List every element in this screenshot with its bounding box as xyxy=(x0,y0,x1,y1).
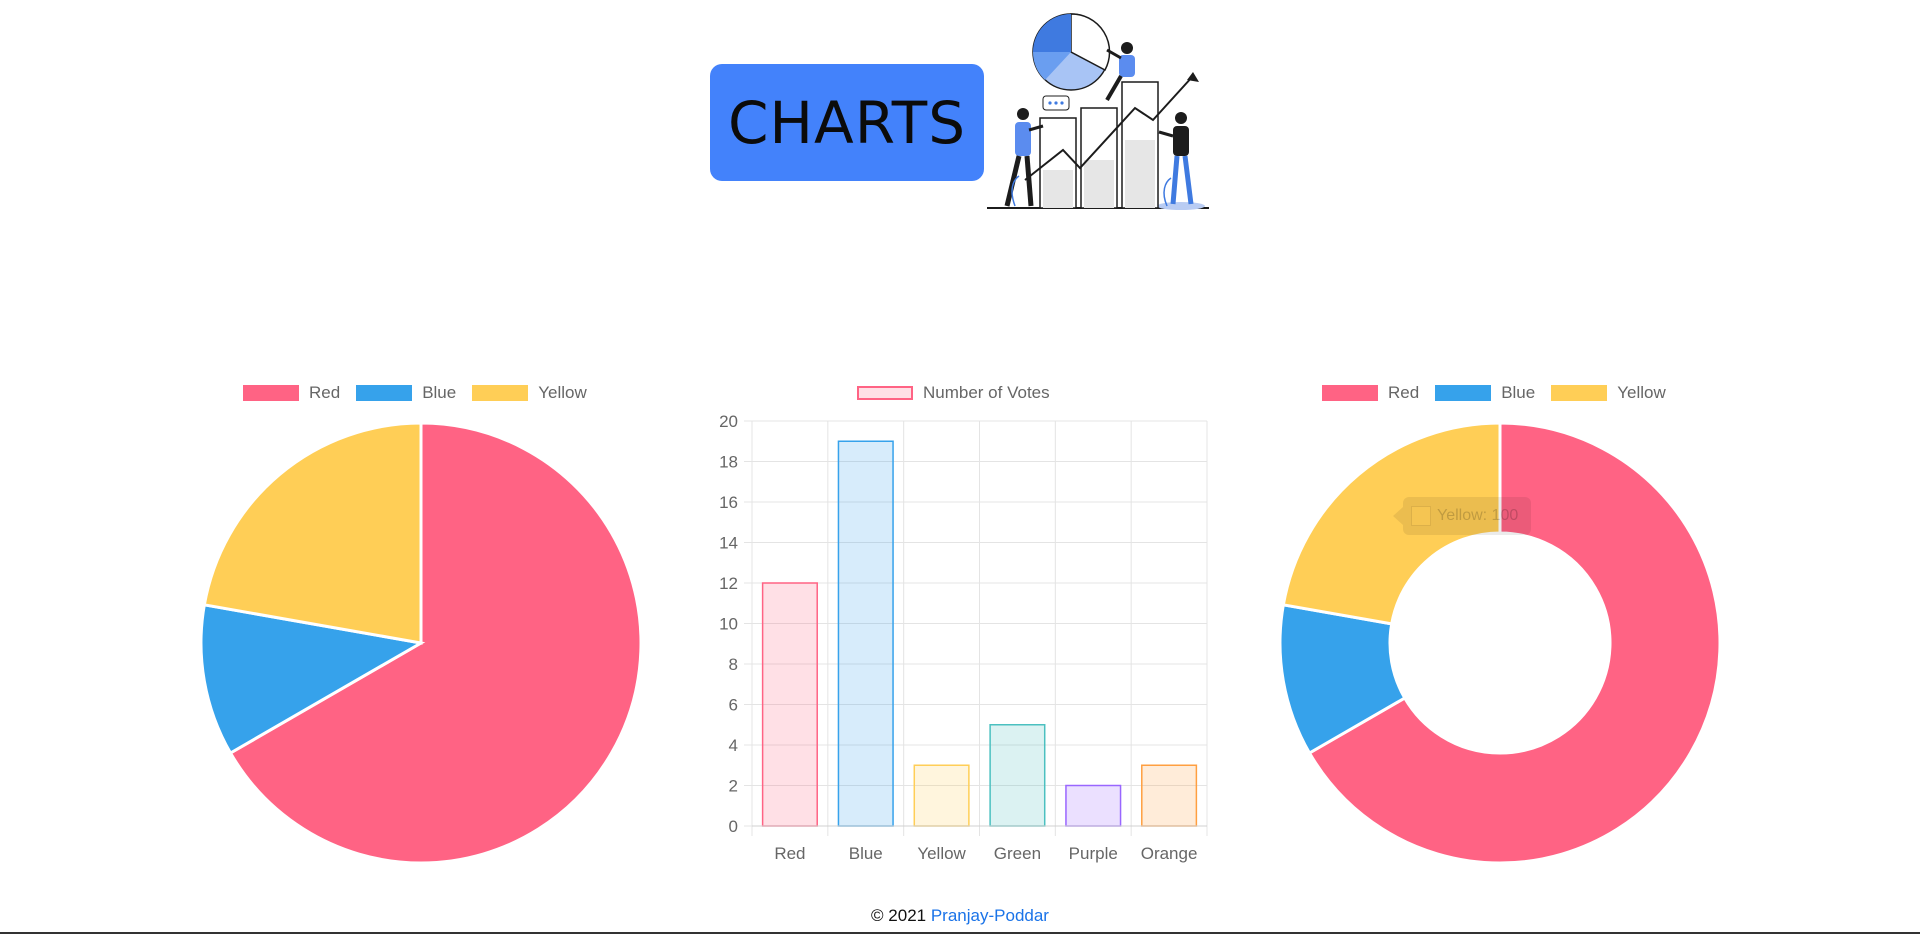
pie-legend-label-red: Red xyxy=(309,383,341,402)
bar-y-tick-label: 0 xyxy=(729,817,738,836)
doughnut-chart[interactable] xyxy=(1277,420,1723,866)
pie-legend: Red Blue Yellow xyxy=(243,383,587,403)
doughnut-legend: Red Blue Yellow xyxy=(1322,383,1666,403)
bar-x-tick-label: Yellow xyxy=(917,844,966,863)
bar-x-tick-label: Orange xyxy=(1141,844,1198,863)
bar-legend-item-votes[interactable]: Number of Votes xyxy=(857,383,1050,403)
bar-y-tick-label: 18 xyxy=(719,453,738,472)
bar-x-tick-label: Purple xyxy=(1069,844,1118,863)
doughnut-legend-label-yellow: Yellow xyxy=(1617,383,1666,402)
bar-y-tick-label: 20 xyxy=(719,412,738,431)
doughnut-legend-item-blue[interactable]: Blue xyxy=(1435,383,1535,403)
footer-author-link[interactable]: Pranjay-Poddar xyxy=(931,906,1049,925)
pie-legend-swatch-yellow xyxy=(472,385,529,401)
page-header: CHARTS xyxy=(0,0,1920,230)
bar-y-tick-label: 12 xyxy=(719,574,738,593)
bar-green[interactable] xyxy=(989,724,1046,827)
bar-orange[interactable] xyxy=(1141,764,1198,827)
pie-legend-item-yellow[interactable]: Yellow xyxy=(472,383,587,403)
bar-y-tick-label: 16 xyxy=(719,493,738,512)
doughnut-legend-swatch-blue xyxy=(1435,385,1492,401)
bar-x-tick-label: Green xyxy=(994,844,1041,863)
pie-legend-label-blue: Blue xyxy=(422,383,457,402)
doughnut-legend-label-red: Red xyxy=(1388,383,1420,402)
bar-y-tick-label: 2 xyxy=(729,777,738,796)
people-with-charts-illustration xyxy=(987,13,1209,210)
doughnut-tooltip: Yellow: 100 xyxy=(1393,497,1531,535)
bar-x-tick-label: Blue xyxy=(849,844,883,863)
doughnut-legend-item-yellow[interactable]: Yellow xyxy=(1551,383,1666,403)
bar-y-tick-label: 4 xyxy=(729,736,738,755)
doughnut-legend-label-blue: Blue xyxy=(1501,383,1536,402)
page-footer: © 2021 Pranjay-Poddar xyxy=(0,906,1920,926)
bar-red[interactable] xyxy=(761,582,818,827)
bar-y-tick-label: 8 xyxy=(729,655,738,674)
doughnut-legend-swatch-red xyxy=(1322,385,1378,401)
pie-legend-item-red[interactable]: Red xyxy=(243,383,340,403)
pie-legend-item-blue[interactable]: Blue xyxy=(356,383,456,403)
pie-legend-swatch-blue xyxy=(356,385,413,401)
bar-x-tick-label: Red xyxy=(774,844,805,863)
bar-legend-label: Number of Votes xyxy=(923,383,1050,402)
pie-chart[interactable] xyxy=(198,420,644,866)
doughnut-legend-swatch-yellow xyxy=(1551,385,1608,401)
bar-chart[interactable]: 0 2 4 6 8 10 12 14 16 18 20 Red Blue Yellow Green Purpl… xyxy=(700,405,1220,875)
pie-slice-yellow[interactable] xyxy=(202,421,423,645)
page-title: CHARTS xyxy=(710,64,984,181)
pie-legend-swatch-red xyxy=(243,385,299,401)
bar-y-tick-label: 6 xyxy=(729,696,738,715)
bar-y-tick-label: 10 xyxy=(719,615,738,634)
bar-legend: Number of Votes xyxy=(857,383,1050,403)
bar-y-tick-label: 14 xyxy=(719,534,738,553)
tooltip-label: Yellow: 100 xyxy=(1437,507,1519,524)
tooltip-swatch xyxy=(1411,506,1431,526)
pie-legend-label-yellow: Yellow xyxy=(538,383,587,402)
footer-copyright: © 2021 xyxy=(871,906,927,925)
bar-yellow[interactable] xyxy=(913,764,970,827)
bar-blue[interactable] xyxy=(837,440,894,827)
doughnut-legend-item-red[interactable]: Red xyxy=(1322,383,1419,403)
bar-purple[interactable] xyxy=(1065,784,1122,827)
bar-legend-swatch xyxy=(857,386,913,400)
